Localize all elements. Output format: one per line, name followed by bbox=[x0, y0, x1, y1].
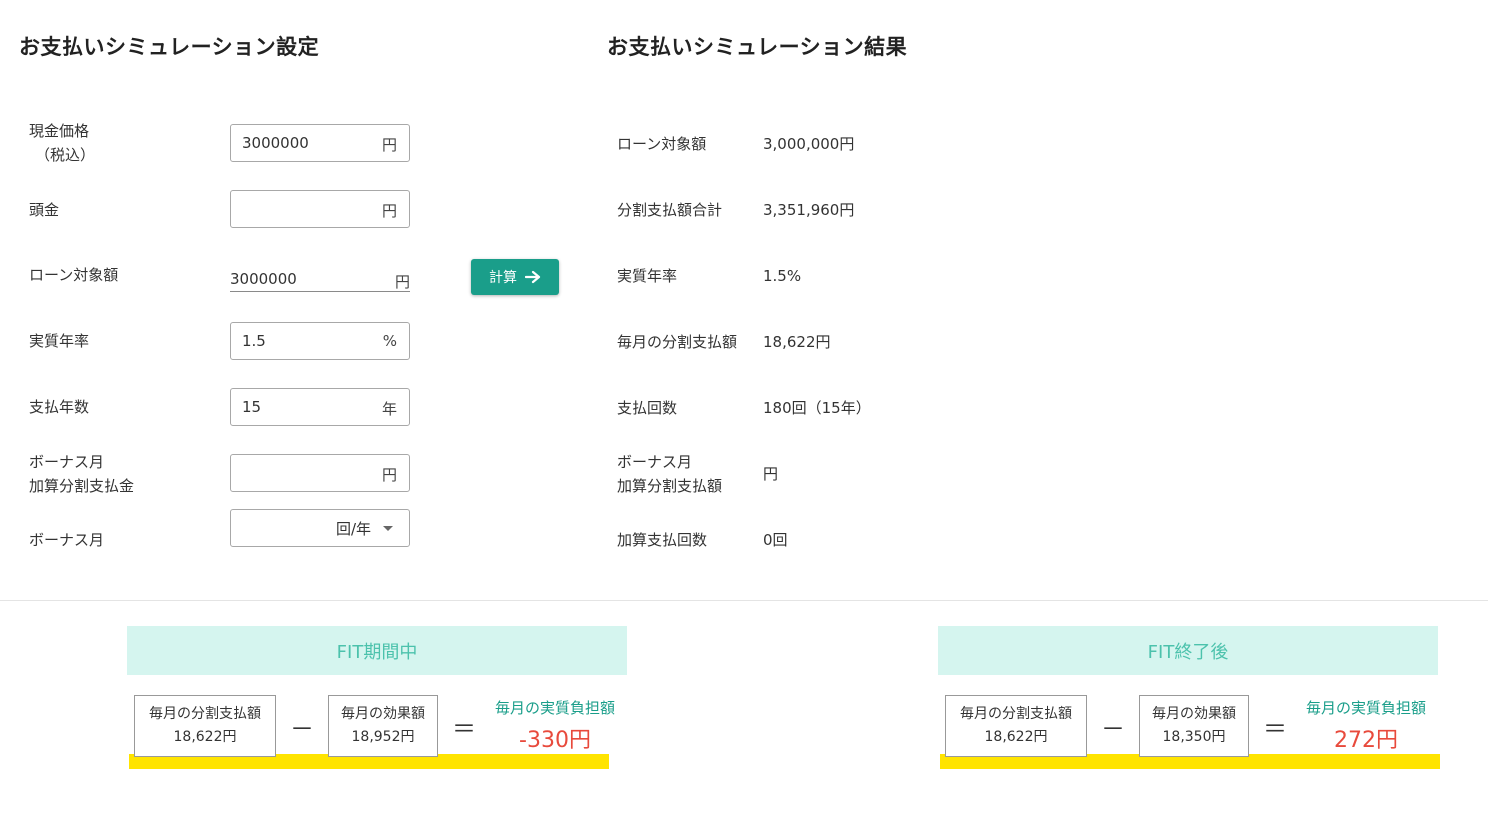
result-label-bonus: ボーナス月 加算分割支払額 bbox=[617, 450, 722, 498]
arrow-right-icon bbox=[525, 270, 541, 284]
fit-after-burden-label: 毎月の実質負担額 bbox=[1305, 699, 1426, 717]
years-field[interactable]: 年 bbox=[230, 388, 410, 426]
result-value-total: 3,351,960円 bbox=[763, 201, 855, 219]
fit-during-payment-value: 18,622円 bbox=[173, 729, 237, 745]
fit-after-payment-label: 毎月の分割支払額 bbox=[960, 706, 1072, 722]
section-divider bbox=[0, 600, 1488, 601]
result-label-monthly: 毎月の分割支払額 bbox=[617, 333, 738, 351]
fit-after-minus: － bbox=[1101, 715, 1125, 743]
loan-amount-field: 3000000 円 bbox=[230, 262, 410, 292]
result-label-total: 分割支払額合計 bbox=[617, 201, 723, 219]
fit-during-burden-value: -330円 bbox=[519, 728, 591, 753]
fit-during-heading: FIT期間中 bbox=[127, 626, 627, 675]
fit-during-equals: ＝ bbox=[452, 715, 476, 743]
fit-during-burden-label: 毎月の実質負担額 bbox=[494, 699, 615, 717]
cash-price-label: 現金価格 （税込） bbox=[29, 119, 95, 167]
result-label-bonus-line2: 加算分割支払額 bbox=[617, 477, 723, 495]
results-title: お支払いシミュレーション結果 bbox=[607, 35, 908, 59]
loan-amount-label: ローン対象額 bbox=[29, 266, 119, 284]
cash-price-input[interactable] bbox=[242, 125, 372, 161]
result-label-bonus-count: 加算支払回数 bbox=[617, 531, 708, 549]
result-value-count: 180回（15年） bbox=[763, 399, 871, 417]
fit-after-effect-box: 毎月の効果額 18,350円 bbox=[1139, 695, 1249, 757]
bonus-amount-label-line1: ボーナス月 bbox=[29, 453, 105, 471]
fit-after-effect-value: 18,350円 bbox=[1162, 729, 1226, 745]
result-value-monthly: 18,622円 bbox=[763, 333, 831, 351]
down-payment-field[interactable]: 円 bbox=[230, 190, 410, 228]
bonus-amount-label: ボーナス月 加算分割支払金 bbox=[29, 450, 134, 498]
calculate-button[interactable]: 計算 bbox=[471, 259, 559, 295]
caret-down-icon bbox=[383, 526, 393, 531]
years-label: 支払年数 bbox=[29, 398, 90, 416]
settings-title: お支払いシミュレーション設定 bbox=[19, 35, 320, 59]
fit-during-payment-label: 毎月の分割支払額 bbox=[149, 706, 261, 722]
bonus-amount-field[interactable]: 円 bbox=[230, 454, 410, 492]
result-value-bonus-count: 0回 bbox=[763, 531, 788, 549]
fit-during-payment-box: 毎月の分割支払額 18,622円 bbox=[134, 695, 276, 757]
down-payment-unit: 円 bbox=[381, 202, 397, 220]
years-input[interactable] bbox=[242, 389, 372, 425]
result-label-rate: 実質年率 bbox=[617, 267, 678, 285]
annual-rate-label: 実質年率 bbox=[29, 332, 90, 350]
result-value-loan: 3,000,000円 bbox=[763, 135, 855, 153]
fit-during-effect-box: 毎月の効果額 18,952円 bbox=[328, 695, 438, 757]
result-value-bonus: 円 bbox=[763, 465, 779, 483]
cash-price-label-line1: 現金価格 bbox=[29, 122, 90, 140]
fit-after-heading: FIT終了後 bbox=[938, 626, 1438, 675]
down-payment-label: 頭金 bbox=[29, 201, 60, 219]
bonus-amount-label-line2: 加算分割支払金 bbox=[29, 477, 135, 495]
loan-amount-value: 3000000 bbox=[230, 270, 297, 288]
calculate-button-label: 計算 bbox=[489, 270, 517, 286]
bonus-amount-input[interactable] bbox=[242, 455, 372, 491]
fit-after-burden-value: 272円 bbox=[1334, 728, 1398, 753]
annual-rate-unit: % bbox=[382, 332, 397, 350]
fit-after-equals: ＝ bbox=[1263, 715, 1287, 743]
fit-after-payment-value: 18,622円 bbox=[984, 729, 1048, 745]
cash-price-unit: 円 bbox=[381, 136, 397, 154]
fit-after-effect-label: 毎月の効果額 bbox=[1152, 706, 1236, 722]
annual-rate-input[interactable] bbox=[242, 323, 372, 359]
down-payment-input[interactable] bbox=[242, 191, 372, 227]
annual-rate-field[interactable]: % bbox=[230, 322, 410, 360]
result-label-loan: ローン対象額 bbox=[617, 135, 707, 153]
fit-during-effect-label: 毎月の効果額 bbox=[341, 706, 425, 722]
cash-price-field[interactable]: 円 bbox=[230, 124, 410, 162]
result-label-count: 支払回数 bbox=[617, 399, 678, 417]
bonus-amount-unit: 円 bbox=[381, 466, 397, 484]
cash-price-label-line2: （税込） bbox=[35, 146, 96, 164]
fit-during-minus: － bbox=[290, 715, 314, 743]
fit-during-effect-value: 18,952円 bbox=[351, 729, 415, 745]
fit-after-payment-box: 毎月の分割支払額 18,622円 bbox=[945, 695, 1087, 757]
bonus-month-label: ボーナス月 bbox=[29, 531, 105, 549]
result-label-bonus-line1: ボーナス月 bbox=[617, 453, 693, 471]
bonus-month-selected: 回/年 bbox=[335, 520, 371, 538]
loan-amount-unit: 円 bbox=[394, 273, 410, 291]
result-value-rate: 1.5% bbox=[763, 267, 802, 285]
years-unit: 年 bbox=[381, 400, 397, 418]
bonus-month-select[interactable]: 回/年 bbox=[230, 509, 410, 547]
